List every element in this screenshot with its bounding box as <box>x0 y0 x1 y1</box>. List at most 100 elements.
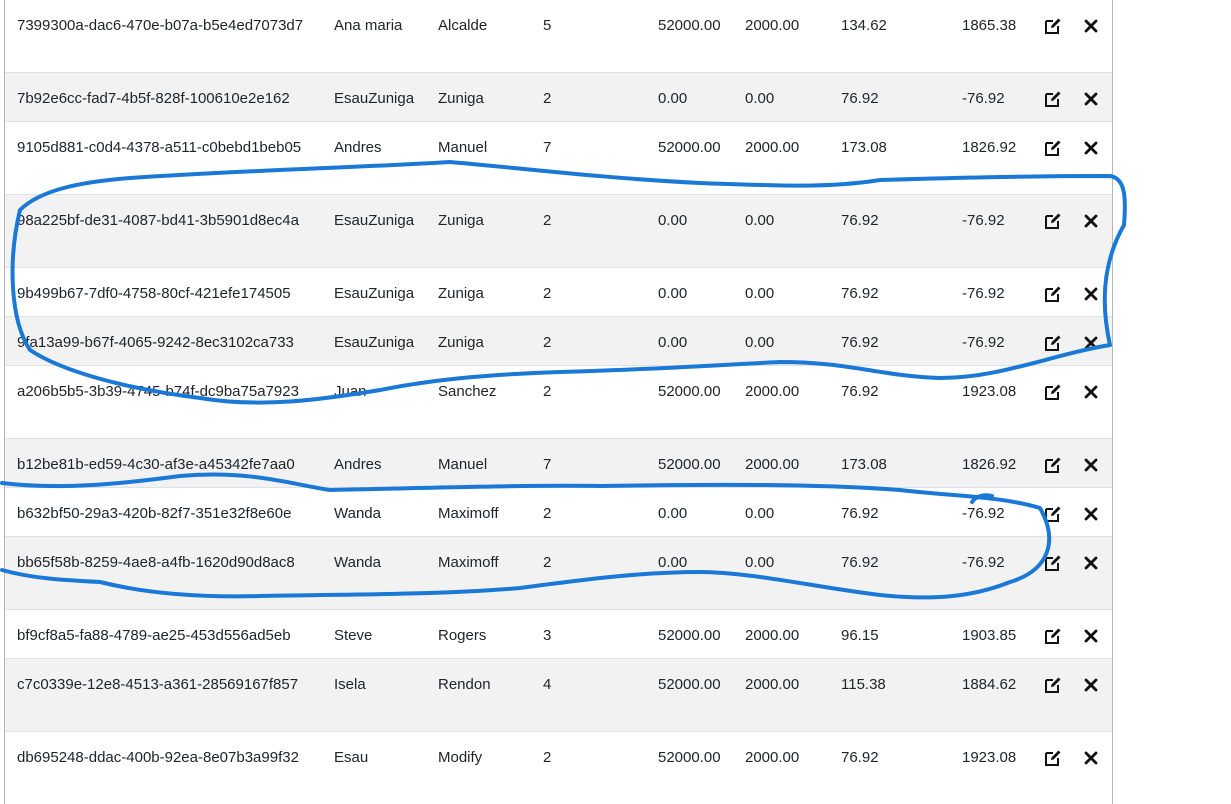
gross-amount-cell: 0.00 <box>658 212 688 229</box>
last-name-cell: Manuel <box>438 139 488 156</box>
rate-amount-cell: 76.92 <box>841 383 879 400</box>
close-icon[interactable] <box>1081 333 1101 353</box>
rate-amount-cell: 76.92 <box>841 505 879 522</box>
count-cell: 2 <box>543 749 552 766</box>
rate-amount-cell: 173.08 <box>841 139 887 156</box>
rate-amount-cell: 76.92 <box>841 90 879 107</box>
first-name-cell: EsauZuniga <box>334 334 415 351</box>
employee-id-cell: db695248-ddac-400b-92ea-8e07b3a99f32 <box>17 749 299 766</box>
first-name-cell: Isela <box>334 676 366 693</box>
net-amount-cell: 1923.08 <box>962 383 1017 400</box>
deduction-amount-cell: 2000.00 <box>745 17 800 34</box>
edit-icon[interactable] <box>1043 626 1063 646</box>
deduction-amount-cell: 2000.00 <box>745 139 800 156</box>
edit-icon[interactable] <box>1043 675 1063 695</box>
deduction-amount-cell: 0.00 <box>745 212 775 229</box>
last-name-cell: Maximoff <box>438 554 499 571</box>
close-icon[interactable] <box>1081 284 1101 304</box>
last-name-cell: Rendon <box>438 676 491 693</box>
close-icon[interactable] <box>1081 211 1101 231</box>
net-amount-cell: -76.92 <box>962 90 1005 107</box>
employee-id-cell: 9105d881-c0d4-4378-a511-c0bebd1beb05 <box>17 139 302 156</box>
close-icon[interactable] <box>1081 748 1101 768</box>
edit-icon[interactable] <box>1043 333 1063 353</box>
edit-icon[interactable] <box>1043 504 1063 524</box>
table-row: db695248-ddac-400b-92ea-8e07b3a99f32 Esau… <box>5 731 1112 804</box>
close-icon[interactable] <box>1081 553 1101 573</box>
close-icon[interactable] <box>1081 382 1101 402</box>
edit-icon[interactable] <box>1043 553 1063 573</box>
close-icon[interactable] <box>1081 455 1101 475</box>
last-name-cell: Alcalde <box>438 17 488 34</box>
count-cell: 7 <box>543 139 552 156</box>
employee-id-cell: c7c0339e-12e8-4513-a361-28569167f857 <box>17 676 299 693</box>
gross-amount-cell: 0.00 <box>658 334 688 351</box>
edit-icon[interactable] <box>1043 16 1063 36</box>
deduction-amount-cell: 2000.00 <box>745 676 800 693</box>
rate-amount-cell: 134.62 <box>841 17 887 34</box>
close-icon[interactable] <box>1081 504 1101 524</box>
gross-amount-cell: 52000.00 <box>658 383 721 400</box>
employee-id-cell: a206b5b5-3b39-4745-b74f-dc9ba75a7923 <box>17 383 299 400</box>
first-name-cell: Andres <box>334 456 382 473</box>
first-name-cell: Wanda <box>334 554 381 571</box>
count-cell: 7 <box>543 456 552 473</box>
edit-icon[interactable] <box>1043 138 1063 158</box>
edit-icon[interactable] <box>1043 455 1063 475</box>
net-amount-cell: -76.92 <box>962 212 1005 229</box>
count-cell: 2 <box>543 554 552 571</box>
net-amount-cell: 1884.62 <box>962 676 1017 693</box>
close-icon[interactable] <box>1081 138 1101 158</box>
first-name-cell: EsauZuniga <box>334 285 415 302</box>
last-name-cell: Zuniga <box>438 334 484 351</box>
last-name-cell: Modify <box>438 749 483 766</box>
table-row: 7b92e6cc-fad7-4b5f-828f-100610e2e162 Esau… <box>5 72 1112 121</box>
edit-icon[interactable] <box>1043 748 1063 768</box>
close-icon[interactable] <box>1081 675 1101 695</box>
deduction-amount-cell: 0.00 <box>745 505 775 522</box>
gross-amount-cell: 0.00 <box>658 90 688 107</box>
table-row: 98a225bf-de31-4087-bd41-3b5901d8ec4a Esau… <box>5 194 1112 267</box>
first-name-cell: Steve <box>334 627 373 644</box>
close-icon[interactable] <box>1081 89 1101 109</box>
deduction-amount-cell: 2000.00 <box>745 627 800 644</box>
deduction-amount-cell: 0.00 <box>745 554 775 571</box>
rate-amount-cell: 76.92 <box>841 554 879 571</box>
gross-amount-cell: 52000.00 <box>658 676 721 693</box>
employee-id-cell: 9fa13a99-b67f-4065-9242-8ec3102ca733 <box>17 334 294 351</box>
last-name-cell: Zuniga <box>438 285 484 302</box>
edit-icon[interactable] <box>1043 382 1063 402</box>
gross-amount-cell: 0.00 <box>658 554 688 571</box>
table-row: 7399300a-dac6-470e-b07a-b5e4ed7073d7 Ana … <box>5 0 1112 72</box>
edit-icon[interactable] <box>1043 89 1063 109</box>
table-row: a206b5b5-3b39-4745-b74f-dc9ba75a7923 Juan… <box>5 365 1112 438</box>
table-row: b12be81b-ed59-4c30-af3e-a45342fe7aa0 Andr… <box>5 438 1112 487</box>
rate-amount-cell: 76.92 <box>841 212 879 229</box>
close-icon[interactable] <box>1081 626 1101 646</box>
edit-icon[interactable] <box>1043 284 1063 304</box>
gross-amount-cell: 52000.00 <box>658 17 721 34</box>
gross-amount-cell: 0.00 <box>658 505 688 522</box>
count-cell: 3 <box>543 627 552 644</box>
deduction-amount-cell: 2000.00 <box>745 749 800 766</box>
last-name-cell: Zuniga <box>438 212 484 229</box>
employee-id-cell: 7399300a-dac6-470e-b07a-b5e4ed7073d7 <box>17 17 304 34</box>
close-icon[interactable] <box>1081 16 1101 36</box>
deduction-amount-cell: 0.00 <box>745 285 775 302</box>
net-amount-cell: 1903.85 <box>962 627 1017 644</box>
table-row: 9105d881-c0d4-4378-a511-c0bebd1beb05 Andr… <box>5 121 1112 194</box>
table-row: b632bf50-29a3-420b-82f7-351e32f8e60e Wand… <box>5 487 1112 536</box>
rate-amount-cell: 76.92 <box>841 749 879 766</box>
rate-amount-cell: 96.15 <box>841 627 879 644</box>
net-amount-cell: 1923.08 <box>962 749 1017 766</box>
edit-icon[interactable] <box>1043 211 1063 231</box>
employee-table: 7399300a-dac6-470e-b07a-b5e4ed7073d7 Ana … <box>4 0 1113 804</box>
first-name-cell: EsauZuniga <box>334 212 415 229</box>
table-row: bf9cf8a5-fa88-4789-ae25-453d556ad5eb Stev… <box>5 609 1112 658</box>
employee-id-cell: 98a225bf-de31-4087-bd41-3b5901d8ec4a <box>17 212 299 229</box>
count-cell: 2 <box>543 212 552 229</box>
employee-id-cell: bb65f58b-8259-4ae8-a4fb-1620d90d8ac8 <box>17 554 295 571</box>
count-cell: 2 <box>543 383 552 400</box>
first-name-cell: Juan <box>334 383 367 400</box>
first-name-cell: Ana maria <box>334 17 403 34</box>
